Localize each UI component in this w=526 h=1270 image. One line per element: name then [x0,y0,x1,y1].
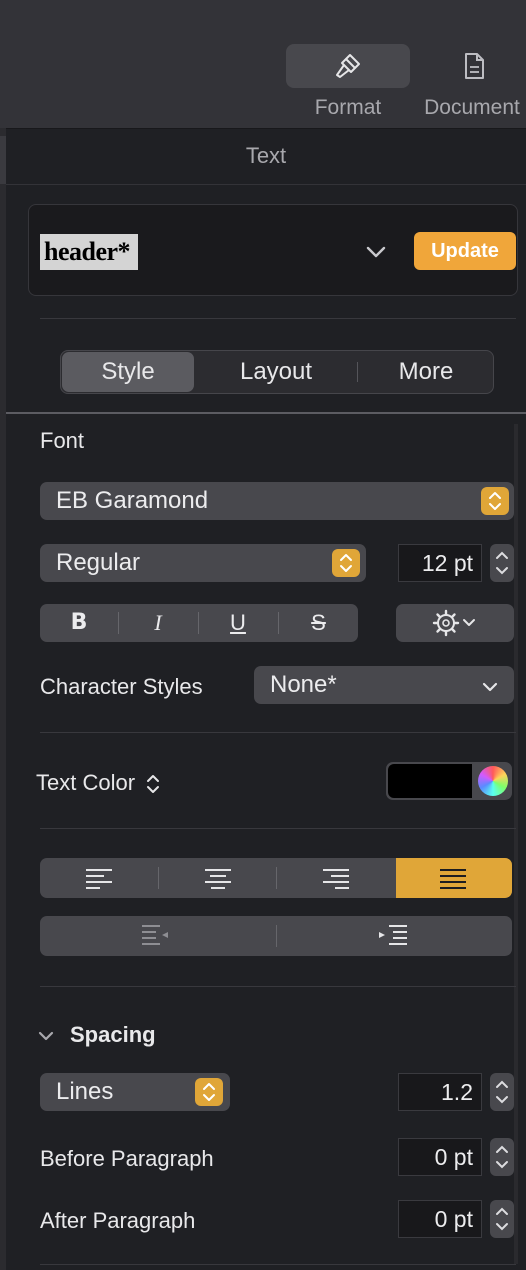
font-family-popup[interactable]: EB Garamond [40,482,514,520]
decrease-indent-icon [142,925,168,945]
up-down-chevrons-icon [195,1078,223,1106]
indent-buttons [40,916,512,956]
line-spacing-mode-value: Lines [56,1078,114,1105]
before-paragraph-label: Before Paragraph [40,1146,214,1171]
chevron-down-icon [482,682,498,692]
line-spacing-field[interactable]: 1.2 [398,1073,482,1111]
spacing-section-label: Spacing [70,1022,156,1047]
divider [40,828,516,829]
underline-button[interactable]: U [199,604,277,642]
align-center-icon [205,869,231,889]
advanced-font-options-button[interactable] [396,604,514,642]
divider [40,318,516,319]
format-label: Format [314,96,382,119]
strikethrough-button[interactable]: S [279,604,358,642]
gear-icon [432,609,475,637]
before-paragraph-field[interactable]: 0 pt [398,1138,482,1176]
disclosure-chevron-icon[interactable] [36,1026,56,1046]
update-style-button[interactable]: Update [414,232,516,270]
after-paragraph-stepper[interactable] [490,1200,514,1238]
character-styles-label: Character Styles [40,674,203,699]
increase-indent-button[interactable] [277,916,512,956]
line-spacing-stepper[interactable] [490,1073,514,1111]
document-label: Document [424,96,520,119]
paragraph-style-preview: header* [40,234,138,270]
font-size-stepper[interactable] [490,544,514,582]
left-scrollbar[interactable] [0,128,6,1270]
align-center-button[interactable] [159,858,276,898]
after-paragraph-field[interactable]: 0 pt [398,1200,482,1238]
tab-layout[interactable]: Layout [196,351,356,393]
align-right-button[interactable] [277,858,395,898]
color-wheel-icon[interactable] [478,766,508,796]
decrease-indent-button[interactable] [40,916,276,956]
paintbrush-icon [336,54,360,78]
document-icon [465,53,484,79]
after-paragraph-label: After Paragraph [40,1208,196,1233]
font-section-label: Font [40,428,85,453]
font-size-field[interactable]: 12 pt [398,544,482,582]
tab-more[interactable]: More [358,351,494,393]
panel-title: Text [6,128,526,185]
divider [6,412,526,414]
before-paragraph-stepper[interactable] [490,1138,514,1176]
panel-scrollbar[interactable] [514,424,518,1264]
justify-button[interactable] [396,858,512,898]
alignment-buttons [40,858,512,898]
up-down-chevrons-icon [481,487,509,515]
align-justify-icon [440,869,466,889]
italic-button[interactable]: I [119,604,197,642]
align-left-icon [86,869,112,889]
document-toolbar-button[interactable] [412,44,526,88]
bold-button[interactable]: B [40,604,118,642]
up-down-chevrons-icon [147,775,160,794]
divider [40,986,516,987]
typeface-value: Regular [56,549,141,576]
text-color-swatch[interactable] [388,764,472,798]
divider [40,1264,516,1265]
tab-style[interactable]: Style [62,352,194,392]
increase-indent-icon [379,925,407,945]
font-family-value: EB Garamond [56,487,209,514]
chevron-down-icon[interactable] [362,240,390,264]
align-left-button[interactable] [40,858,158,898]
up-down-chevrons-icon [332,549,360,577]
character-styles-value: None* [270,671,337,698]
align-right-icon [323,869,349,889]
typeface-popup[interactable]: Regular [40,544,366,582]
character-styles-popup[interactable]: None* [254,666,514,704]
text-color-label[interactable]: Text Color [36,770,161,796]
format-toolbar-button[interactable] [286,44,410,88]
divider [40,732,516,733]
